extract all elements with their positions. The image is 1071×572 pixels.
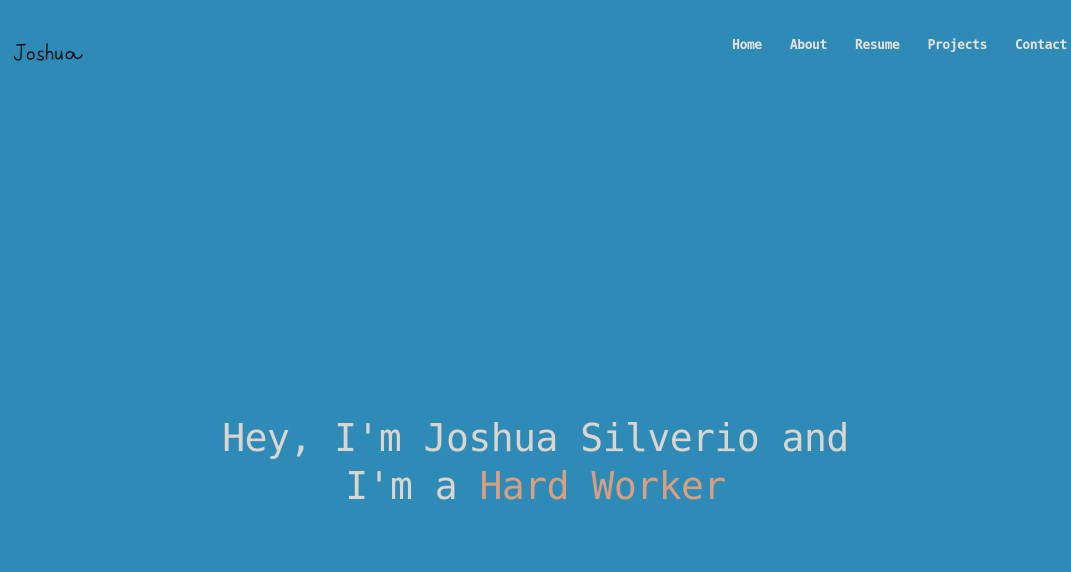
nav-link-home[interactable]: Home [732,37,762,55]
hero-heading: Hey, I'm Joshua Silverio and I'm a Hard … [0,414,1071,510]
nav-link-resume[interactable]: Resume [855,37,900,55]
logo-signature[interactable] [11,38,89,66]
hero-line-2: I'm a Hard Worker [0,462,1071,510]
nav-link-about[interactable]: About [790,37,828,55]
nav-link-projects[interactable]: Projects [928,37,988,55]
nav-link-contact[interactable]: Contact [1015,37,1067,55]
nav-item-resume: Resume [855,37,900,55]
signature-logo-icon [13,43,83,61]
page: Home About Resume Projects Contact Hey, … [0,0,1071,572]
nav-item-home: Home [732,37,762,55]
hero-line-1: Hey, I'm Joshua Silverio and [222,416,849,460]
nav-item-projects: Projects [928,37,988,55]
nav-item-contact: Contact [1015,37,1067,55]
top-corner-icon [1021,0,1037,2]
hero-typed-role: Hard Worker [479,464,727,508]
main-nav: Home About Resume Projects Contact [732,37,1067,55]
nav-item-about: About [790,37,828,55]
hero-line-2-prefix: I'm a [345,464,480,508]
